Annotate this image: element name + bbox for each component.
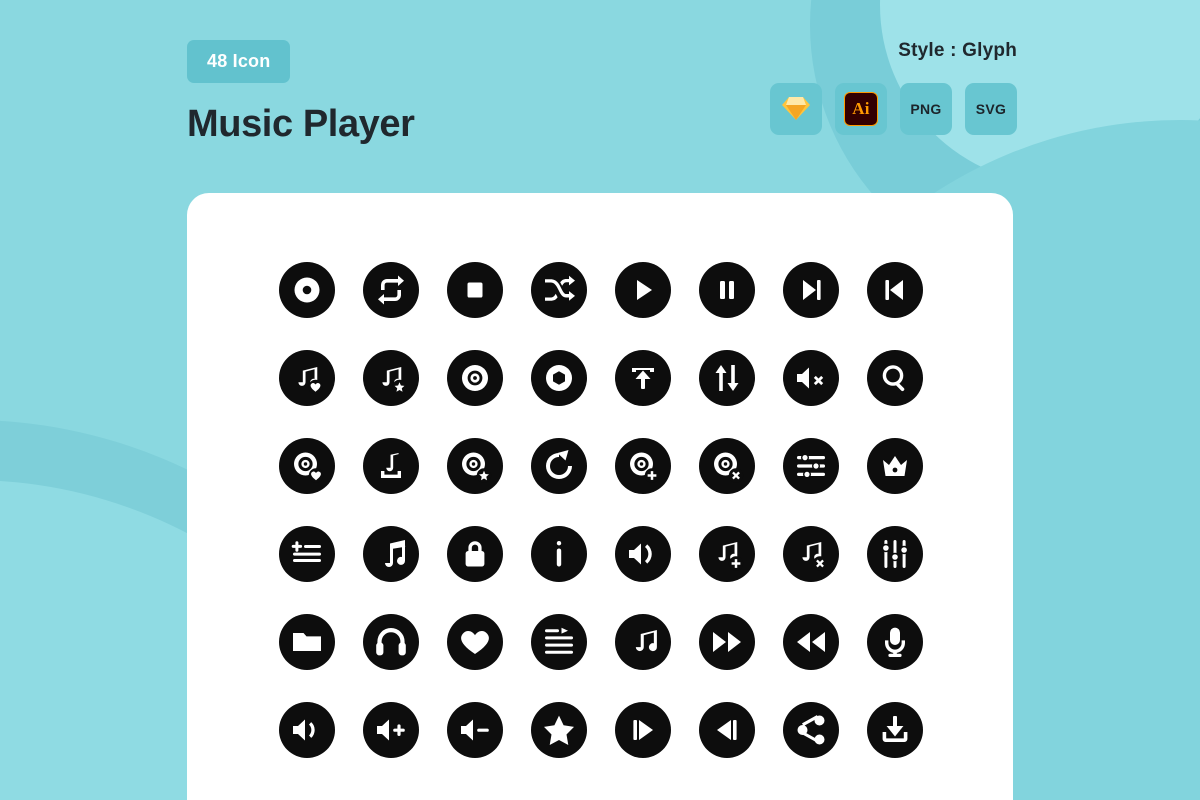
music-note-add-icon[interactable] — [699, 526, 755, 582]
format-chip-illustrator[interactable]: Ai — [835, 83, 887, 135]
equalizer-horizontal-icon[interactable] — [783, 438, 839, 494]
icon-grid-card — [187, 193, 1013, 800]
repeat-icon[interactable] — [363, 262, 419, 318]
crown-icon[interactable] — [867, 438, 923, 494]
share-icon[interactable] — [783, 702, 839, 758]
music-note-remove-icon[interactable] — [783, 526, 839, 582]
illustrator-icon: Ai — [844, 92, 878, 126]
upload-icon[interactable] — [615, 350, 671, 406]
disc-star-icon[interactable] — [447, 438, 503, 494]
previous-track-icon[interactable] — [867, 262, 923, 318]
record-icon[interactable] — [279, 262, 335, 318]
volume-low-icon[interactable] — [279, 702, 335, 758]
icon-count-badge: 48 Icon — [187, 40, 291, 83]
icon-grid — [265, 246, 937, 774]
microphone-icon[interactable] — [867, 614, 923, 670]
format-list: Ai PNG SVG — [770, 83, 1017, 135]
skip-backward-icon[interactable] — [699, 702, 755, 758]
disc-heart-icon[interactable] — [279, 438, 335, 494]
volume-minus-icon[interactable] — [447, 702, 503, 758]
music-notes-icon[interactable] — [363, 526, 419, 582]
disc-add-icon[interactable] — [615, 438, 671, 494]
skip-forward-icon[interactable] — [615, 702, 671, 758]
music-note-heart-icon[interactable] — [279, 350, 335, 406]
folder-icon[interactable] — [279, 614, 335, 670]
shuffle-icon[interactable] — [531, 262, 587, 318]
music-note-icon[interactable] — [615, 614, 671, 670]
search-icon[interactable] — [867, 350, 923, 406]
download-icon[interactable] — [867, 702, 923, 758]
redo-icon[interactable] — [531, 438, 587, 494]
volume-mute-icon[interactable] — [783, 350, 839, 406]
vinyl-disc-icon[interactable] — [447, 350, 503, 406]
format-chip-sketch[interactable] — [770, 83, 822, 135]
playlist-icon[interactable] — [531, 614, 587, 670]
lock-icon[interactable] — [447, 526, 503, 582]
headphones-icon[interactable] — [363, 614, 419, 670]
rewind-icon[interactable] — [783, 614, 839, 670]
star-icon[interactable] — [531, 702, 587, 758]
hexagon-disc-icon[interactable] — [531, 350, 587, 406]
fast-forward-icon[interactable] — [699, 614, 755, 670]
equalizer-vertical-icon[interactable] — [867, 526, 923, 582]
heart-icon[interactable] — [447, 614, 503, 670]
stop-icon[interactable] — [447, 262, 503, 318]
transfer-arrows-icon[interactable] — [699, 350, 755, 406]
music-note-download-icon[interactable] — [363, 438, 419, 494]
playlist-add-icon[interactable] — [279, 526, 335, 582]
pause-icon[interactable] — [699, 262, 755, 318]
style-label: Style : Glyph — [898, 40, 1017, 61]
format-chip-svg[interactable]: SVG — [965, 83, 1017, 135]
music-note-star-icon[interactable] — [363, 350, 419, 406]
volume-plus-icon[interactable] — [363, 702, 419, 758]
header-right: Style : Glyph Ai PNG SVG — [770, 40, 1017, 135]
info-icon[interactable] — [531, 526, 587, 582]
next-track-icon[interactable] — [783, 262, 839, 318]
disc-remove-icon[interactable] — [699, 438, 755, 494]
header: 48 Icon Music Player Style : Glyph Ai PN… — [187, 40, 1017, 170]
icon-pack-preview: 48 Icon Music Player Style : Glyph Ai PN… — [0, 0, 1200, 800]
play-icon[interactable] — [615, 262, 671, 318]
volume-medium-icon[interactable] — [615, 526, 671, 582]
format-chip-png[interactable]: PNG — [900, 83, 952, 135]
sketch-diamond-icon — [781, 94, 811, 125]
